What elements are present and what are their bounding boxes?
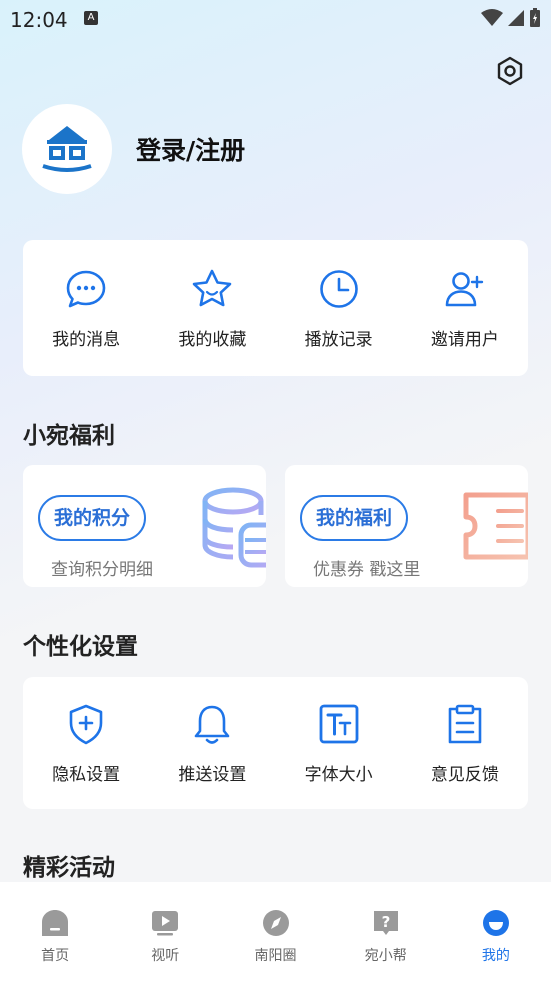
font-size-icon bbox=[317, 702, 361, 746]
home-icon bbox=[42, 910, 69, 936]
tab-nanyang-circle[interactable]: 南阳圈 bbox=[220, 882, 330, 981]
message-icon bbox=[64, 267, 108, 311]
settings-card: 隐私设置 推送设置 字体大小 意见反馈 bbox=[23, 677, 528, 809]
coins-stack-icon bbox=[202, 487, 266, 568]
status-time: 12:04 bbox=[10, 8, 68, 32]
my-points-button[interactable]: 我的积分 bbox=[38, 495, 147, 541]
quick-action-history[interactable]: 播放记录 bbox=[276, 240, 402, 376]
setting-privacy[interactable]: 隐私设置 bbox=[23, 677, 149, 809]
settings-icon[interactable] bbox=[495, 56, 525, 86]
settings-section-title: 个性化设置 bbox=[23, 634, 138, 660]
tab-video[interactable]: 视听 bbox=[110, 882, 220, 981]
quick-action-label: 我的消息 bbox=[52, 329, 121, 350]
tab-home[interactable]: 首页 bbox=[0, 882, 110, 981]
compass-icon bbox=[262, 910, 289, 936]
points-card[interactable]: 我的积分 查询积分明细 bbox=[23, 465, 266, 587]
battery-icon bbox=[530, 8, 540, 27]
setting-feedback[interactable]: 意见反馈 bbox=[402, 677, 528, 809]
welfare-card[interactable]: 我的福利 优惠券 戳这里 bbox=[285, 465, 528, 587]
add-user-icon bbox=[443, 267, 487, 311]
bottom-tab-bar: 首页 视听 南阳圈 ? 宛小帮 我的 bbox=[0, 882, 551, 981]
notification-icon: A bbox=[84, 11, 98, 25]
tab-label: 我的 bbox=[481, 948, 510, 964]
status-bar: 12:04 A bbox=[0, 0, 551, 40]
tab-label: 南阳圈 bbox=[254, 948, 297, 964]
tab-mine[interactable]: 我的 bbox=[441, 882, 551, 981]
setting-font-size[interactable]: 字体大小 bbox=[276, 677, 402, 809]
my-welfare-button[interactable]: 我的福利 bbox=[300, 495, 409, 541]
clipboard-icon bbox=[443, 702, 487, 746]
profile-page: 12:04 A 登录/注册 我的消息 我的收藏 播放记录 邀请用户 小宛福利 我… bbox=[0, 0, 551, 981]
app-logo-icon bbox=[42, 126, 92, 172]
setting-label: 推送设置 bbox=[178, 764, 247, 785]
quick-action-favorites[interactable]: 我的收藏 bbox=[149, 240, 275, 376]
profile-icon bbox=[482, 910, 509, 936]
quick-actions-card: 我的消息 我的收藏 播放记录 邀请用户 bbox=[23, 240, 528, 376]
benefits-section-title: 小宛福利 bbox=[23, 423, 115, 449]
tab-label: 宛小帮 bbox=[364, 948, 407, 964]
svg-text:?: ? bbox=[381, 913, 390, 931]
setting-label: 隐私设置 bbox=[52, 764, 121, 785]
bell-icon bbox=[190, 702, 234, 746]
quick-action-label: 我的收藏 bbox=[178, 329, 247, 350]
welfare-subtitle: 优惠券 戳这里 bbox=[313, 560, 421, 580]
help-icon: ? bbox=[373, 911, 398, 935]
activities-section-title: 精彩活动 bbox=[23, 855, 115, 881]
clock-icon bbox=[317, 267, 361, 311]
tab-help[interactable]: ? 宛小帮 bbox=[331, 882, 441, 981]
quick-action-label: 邀请用户 bbox=[430, 329, 499, 350]
profile-header[interactable]: 登录/注册 bbox=[22, 104, 245, 194]
setting-push[interactable]: 推送设置 bbox=[149, 677, 275, 809]
tab-label: 视听 bbox=[151, 948, 180, 964]
points-subtitle: 查询积分明细 bbox=[51, 560, 153, 580]
star-icon bbox=[190, 267, 234, 311]
coupon-icon bbox=[463, 492, 528, 560]
quick-action-invite[interactable]: 邀请用户 bbox=[402, 240, 528, 376]
status-icons bbox=[481, 8, 541, 28]
quick-action-messages[interactable]: 我的消息 bbox=[23, 240, 149, 376]
wifi-icon bbox=[481, 9, 503, 26]
shield-plus-icon bbox=[64, 702, 108, 746]
login-register-link[interactable]: 登录/注册 bbox=[136, 131, 245, 167]
signal-icon bbox=[508, 10, 524, 26]
quick-action-label: 播放记录 bbox=[304, 329, 373, 350]
video-icon bbox=[152, 911, 179, 936]
setting-label: 字体大小 bbox=[304, 764, 373, 785]
tab-label: 首页 bbox=[41, 948, 70, 964]
setting-label: 意见反馈 bbox=[430, 764, 499, 785]
avatar[interactable] bbox=[22, 104, 112, 194]
